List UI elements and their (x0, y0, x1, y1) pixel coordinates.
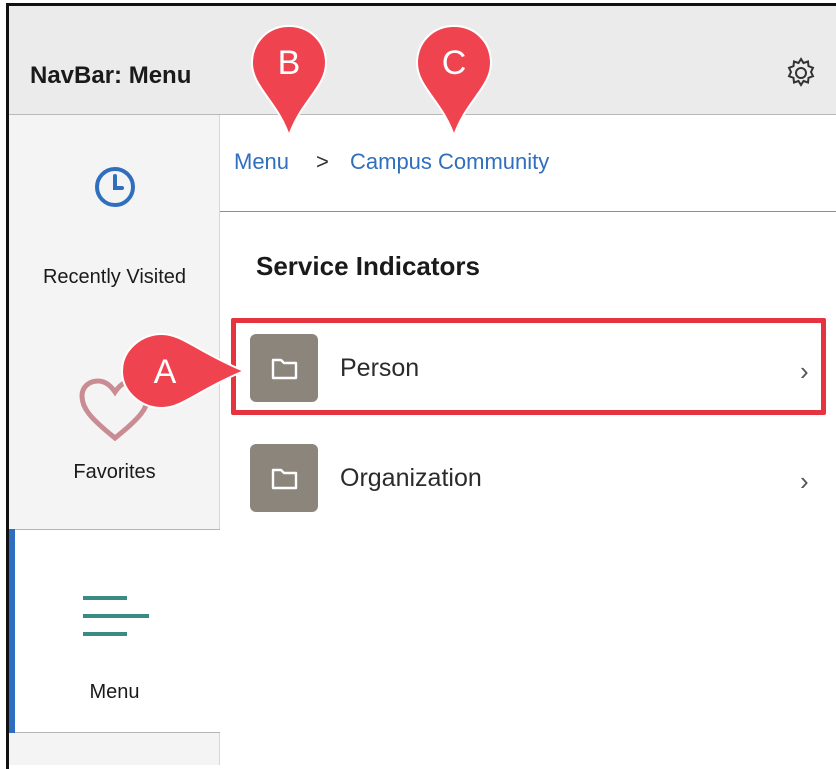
list-item-organization[interactable]: Organization › (248, 442, 828, 516)
navbar-title: NavBar: Menu (30, 62, 192, 89)
sidebar-item-menu[interactable]: Menu (9, 594, 220, 704)
list-item-label: Organization (340, 464, 482, 492)
page-title: Service Indicators (256, 251, 480, 281)
clock-icon (94, 167, 135, 207)
menu-lines-icon (82, 596, 149, 636)
highlight-box (231, 318, 826, 415)
sidebar-item-recently-visited[interactable]: Recently Visited (9, 165, 220, 289)
breadcrumb-menu-link[interactable]: Menu (234, 149, 289, 175)
sidebar-item-label: Favorites (73, 461, 156, 483)
breadcrumb-separator: > (316, 149, 329, 174)
callout-b-label: B (278, 44, 301, 82)
folder-tile (250, 444, 318, 512)
folder-icon (271, 468, 298, 490)
sidebar-item-label: Menu (89, 681, 140, 703)
callout-a: A (120, 332, 247, 410)
chevron-right-icon: › (800, 466, 809, 496)
callout-b: B (250, 24, 328, 140)
callout-a-label: A (154, 353, 177, 391)
callout-c-label: C (442, 44, 467, 82)
sidebar-item-label: Recently Visited (42, 266, 187, 288)
gear-icon[interactable] (784, 56, 818, 90)
callout-c: C (415, 24, 493, 140)
breadcrumb-divider (220, 211, 836, 212)
breadcrumb-campus-community-link[interactable]: Campus Community (350, 149, 549, 175)
